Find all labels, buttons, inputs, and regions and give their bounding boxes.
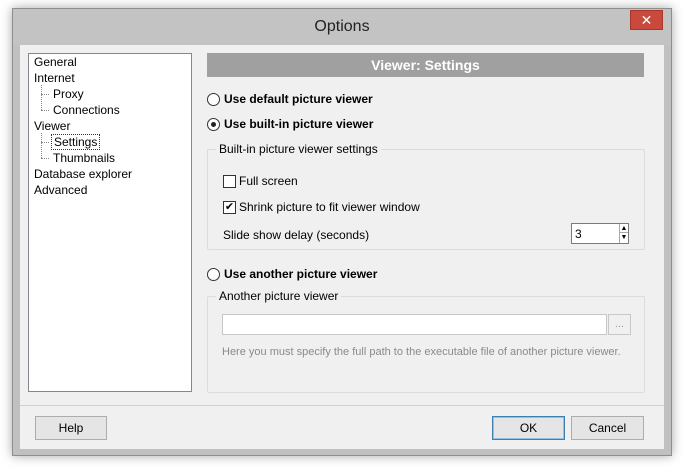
radio-another-viewer[interactable]: Use another picture viewer xyxy=(207,267,377,281)
tree-item-database-explorer[interactable]: Database explorer xyxy=(34,166,132,182)
full-screen-option[interactable]: Full screen xyxy=(223,174,298,188)
close-button[interactable]: ✕ xyxy=(630,10,663,30)
browse-button[interactable]: ... xyxy=(608,314,631,335)
tree-item-connections[interactable]: Connections xyxy=(51,102,120,118)
spin-up-icon[interactable]: ▲ xyxy=(620,224,628,233)
spin-down-icon[interactable]: ▼ xyxy=(620,233,628,242)
dialog-footer: Help OK Cancel xyxy=(20,405,664,449)
radio-button[interactable] xyxy=(207,267,220,281)
full-screen-label: Full screen xyxy=(239,174,298,188)
ok-button[interactable]: OK xyxy=(492,416,565,440)
radio-builtin-viewer[interactable]: Use built-in picture viewer xyxy=(207,117,373,131)
viewer-path-hint: Here you must specify the full path to t… xyxy=(222,346,621,358)
tree-item-viewer[interactable]: Viewer xyxy=(34,118,70,134)
title-bar[interactable]: Options ✕ xyxy=(13,9,671,45)
slide-delay-spinner[interactable]: 3 ▲ ▼ xyxy=(571,223,629,244)
radio-button[interactable] xyxy=(207,92,220,106)
window-title: Options xyxy=(314,18,370,35)
radio-button-checked[interactable] xyxy=(207,117,220,131)
tree-item-thumbnails[interactable]: Thumbnails xyxy=(51,150,115,166)
radio-default-viewer[interactable]: Use default picture viewer xyxy=(207,92,373,106)
tree-item-settings[interactable]: Settings xyxy=(49,134,101,150)
shrink-option[interactable]: ✔ Shrink picture to fit viewer window xyxy=(223,200,420,214)
viewer-path-input[interactable] xyxy=(222,314,607,335)
tree-item-proxy[interactable]: Proxy xyxy=(51,86,84,102)
shrink-label: Shrink picture to fit viewer window xyxy=(239,200,420,214)
options-window: Options ✕ General Internet Proxy Connect… xyxy=(12,8,672,456)
radio-another-label: Use another picture viewer xyxy=(224,267,378,281)
another-group-title: Another picture viewer xyxy=(216,289,342,303)
slide-delay-label: Slide show delay (seconds) xyxy=(223,228,370,242)
another-viewer-group: Another picture viewer ... Here you must… xyxy=(207,289,645,393)
spinner-buttons: ▲ ▼ xyxy=(619,224,628,243)
builtin-group-title: Built-in picture viewer settings xyxy=(216,142,381,156)
radio-builtin-label: Use built-in picture viewer xyxy=(224,117,374,131)
panel-header: Viewer: Settings xyxy=(207,53,644,77)
tree-item-advanced[interactable]: Advanced xyxy=(34,182,87,198)
cancel-button[interactable]: Cancel xyxy=(571,416,644,440)
builtin-settings-group: Built-in picture viewer settings Full sc… xyxy=(207,142,645,250)
help-button[interactable]: Help xyxy=(35,416,107,440)
radio-default-label: Use default picture viewer xyxy=(224,92,373,106)
full-screen-checkbox[interactable] xyxy=(223,174,236,188)
close-icon: ✕ xyxy=(640,11,653,28)
tree-item-internet[interactable]: Internet xyxy=(34,70,75,86)
dialog-body: General Internet Proxy Connections Viewe… xyxy=(20,45,664,449)
slide-delay-value[interactable]: 3 xyxy=(575,227,582,241)
shrink-checkbox[interactable]: ✔ xyxy=(223,200,236,214)
options-tree[interactable]: General Internet Proxy Connections Viewe… xyxy=(28,53,192,392)
tree-item-general[interactable]: General xyxy=(34,54,77,70)
